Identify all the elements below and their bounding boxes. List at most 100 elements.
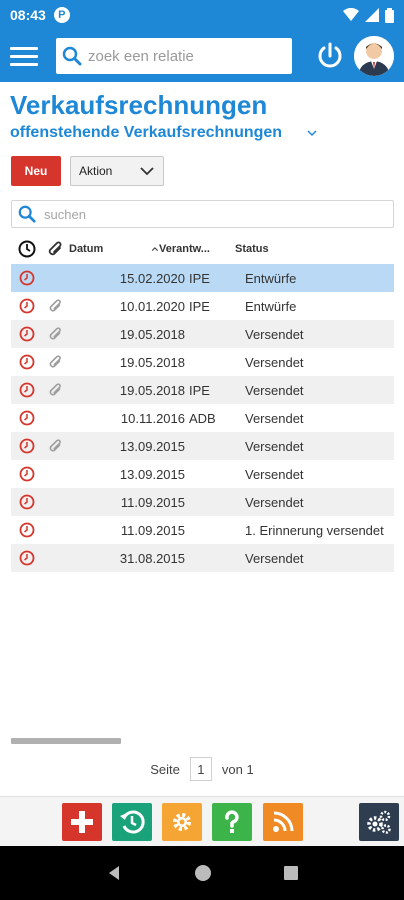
verantwortlich-header-label: Verantw... <box>159 243 210 255</box>
reminder-clock-icon[interactable] <box>11 298 43 314</box>
avatar[interactable] <box>354 36 394 76</box>
new-button[interactable]: Neu <box>11 156 61 186</box>
paperclip-icon[interactable] <box>43 325 69 343</box>
filter-label: offenstehende Verkaufsrechnungen <box>10 124 283 141</box>
list-search-placeholder: suchen <box>44 206 86 222</box>
paperclip-icon[interactable] <box>43 437 69 455</box>
page-number-input[interactable]: 1 <box>189 757 212 781</box>
column-header-verantwortlich[interactable]: Verantw... <box>159 243 235 255</box>
menu-icon[interactable] <box>10 42 38 70</box>
table-row[interactable]: 10.01.2020 IPE Entwürfe <box>11 292 394 320</box>
row-datum: 10.11.2016 <box>120 410 185 426</box>
row-datum: 15.02.2020 <box>119 270 185 286</box>
paperclip-icon[interactable] <box>43 353 69 371</box>
gears-icon <box>367 810 391 834</box>
help-button[interactable] <box>212 803 252 841</box>
table-row[interactable]: 15.02.2020 IPE Entwürfe <box>11 264 394 292</box>
row-status: Entwürfe <box>245 298 297 314</box>
row-datum: 11.09.2015 <box>120 522 185 538</box>
notification-badge: P <box>53 7 70 23</box>
column-header-datum[interactable]: Datum <box>69 243 159 255</box>
paperclip-icon[interactable] <box>43 381 69 399</box>
row-verantwortlich: IPE <box>189 298 210 314</box>
reminder-clock-icon[interactable] <box>11 550 43 566</box>
table-row[interactable]: 11.09.2015 Versendet <box>11 488 394 516</box>
reminder-clock-icon[interactable] <box>11 438 43 454</box>
user-avatar-icon <box>354 36 394 76</box>
recents-icon[interactable] <box>283 865 299 881</box>
paperclip-icon <box>48 241 62 256</box>
status-bar: 08:43 P <box>0 0 404 30</box>
reminder-clock-icon[interactable] <box>11 410 43 426</box>
pager-label-of: von 1 <box>221 761 254 777</box>
horizontal-scrollbar[interactable] <box>11 738 121 744</box>
action-label: Aktion <box>79 164 113 178</box>
add-button[interactable] <box>62 803 102 841</box>
reminder-clock-icon[interactable] <box>11 354 43 370</box>
column-header-reminder[interactable] <box>11 240 43 258</box>
rss-button[interactable] <box>263 803 303 841</box>
list-search-input[interactable]: suchen <box>11 200 394 228</box>
chevron-down-icon <box>140 167 154 176</box>
admin-settings-button[interactable] <box>359 803 399 841</box>
pager-label-page: Seite <box>150 761 180 777</box>
table-row[interactable]: 31.08.2015 Versendet <box>11 544 394 572</box>
row-status: Versendet <box>245 438 304 454</box>
signal-icon <box>365 8 379 22</box>
status-icons <box>343 7 394 23</box>
reminder-clock-icon[interactable] <box>11 466 43 482</box>
row-status: Versendet <box>245 466 304 482</box>
paperclip-icon[interactable] <box>43 297 69 315</box>
table-row[interactable]: 19.05.2018 IPE Versendet <box>11 376 394 404</box>
reminder-clock-icon[interactable] <box>11 382 43 398</box>
back-icon[interactable] <box>105 864 123 882</box>
status-header-label: Status <box>235 243 269 255</box>
power-icon[interactable] <box>314 40 346 72</box>
action-dropdown[interactable]: Aktion <box>70 156 164 186</box>
table-row[interactable]: 11.09.2015 1. Erinnerung versendet <box>11 516 394 544</box>
table-row[interactable]: 10.11.2016 ADB Versendet <box>11 404 394 432</box>
row-datum: 19.05.2018 <box>119 354 185 370</box>
reminder-clock-icon[interactable] <box>11 270 43 286</box>
page-title: Verkaufsrechnungen <box>10 90 268 120</box>
home-icon[interactable] <box>194 864 212 882</box>
question-icon <box>225 810 239 833</box>
row-datum: 10.01.2020 <box>119 298 185 314</box>
bottom-toolbar <box>0 796 404 846</box>
row-datum: 31.08.2015 <box>119 550 185 566</box>
table-header: Datum Verantw... Status <box>11 236 394 262</box>
reminder-clock-icon[interactable] <box>11 522 43 538</box>
system-navigation-bar <box>0 846 404 900</box>
filter-dropdown[interactable]: offenstehende Verkaufsrechnungen <box>10 124 318 142</box>
wifi-icon <box>343 8 359 21</box>
table-row[interactable]: 13.09.2015 Versendet <box>11 432 394 460</box>
relation-search-input[interactable]: zoek een relatie <box>56 38 292 74</box>
battery-icon <box>385 7 394 23</box>
search-icon <box>18 205 36 223</box>
app-bar: zoek een relatie <box>0 30 404 82</box>
history-button[interactable] <box>112 803 152 841</box>
reminder-clock-icon[interactable] <box>11 326 43 342</box>
table-row[interactable]: 19.05.2018 Versendet <box>11 348 394 376</box>
search-icon <box>62 46 82 66</box>
table-row[interactable]: 13.09.2015 Versendet <box>11 460 394 488</box>
row-status: Versendet <box>245 410 304 426</box>
sort-ascending-icon <box>151 247 159 252</box>
row-verantwortlich: ADB <box>189 410 216 426</box>
row-status: Entwürfe <box>245 270 297 286</box>
settings-button[interactable] <box>162 803 202 841</box>
row-datum: 13.09.2015 <box>119 438 185 454</box>
table-row[interactable]: 19.05.2018 Versendet <box>11 320 394 348</box>
chevron-down-icon <box>307 130 317 137</box>
pager: Seite 1 von 1 <box>0 757 404 781</box>
plus-icon <box>71 811 93 833</box>
row-datum: 19.05.2018 <box>119 382 185 398</box>
reminder-clock-icon[interactable] <box>11 494 43 510</box>
row-status: Versendet <box>245 550 304 566</box>
row-status: Versendet <box>245 494 304 510</box>
clock-icon <box>18 240 36 258</box>
column-header-status[interactable]: Status <box>235 243 394 255</box>
invoice-list: 15.02.2020 IPE Entwürfe 10.01.2020 IPE Entwür… <box>11 264 394 572</box>
column-header-attachment[interactable] <box>43 239 69 259</box>
row-datum: 19.05.2018 <box>119 326 185 342</box>
